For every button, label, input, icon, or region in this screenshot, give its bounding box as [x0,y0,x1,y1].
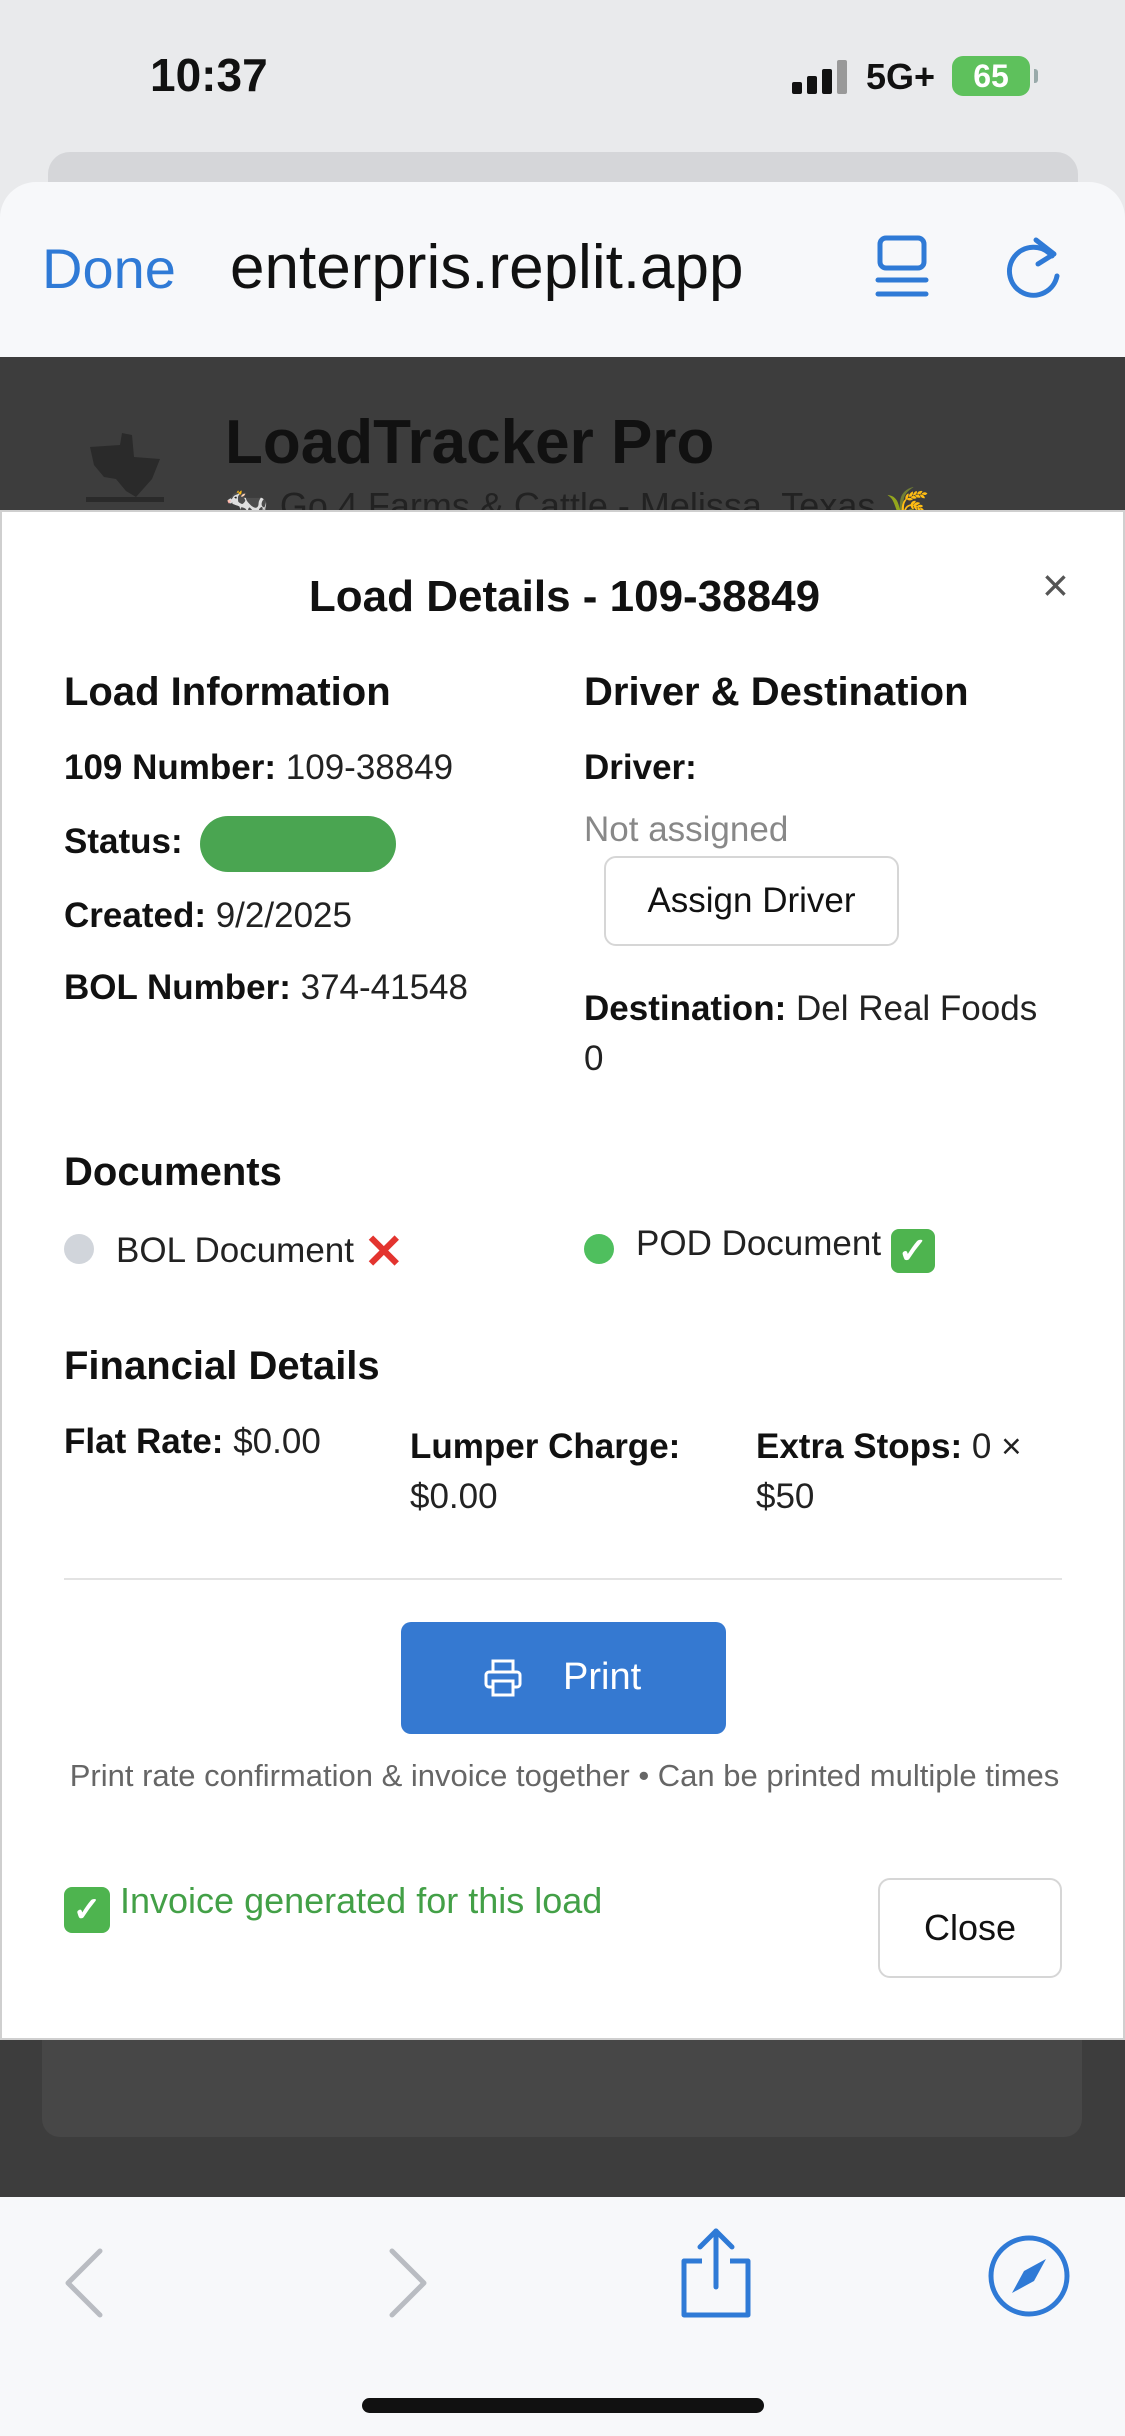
bol-status-dot [64,1234,94,1264]
load-information-heading: Load Information [64,670,391,714]
print-button-label: Print [563,1656,642,1698]
created-row: Created: 9/2/2025 [64,896,352,936]
battery-level: 65 [973,58,1009,94]
status-bar: 10:37 5G+ 65 [0,0,1125,150]
driver-value: Not assigned [584,810,789,849]
driver-destination-heading: Driver & Destination [584,670,969,714]
print-note: Print rate confirmation & invoice togeth… [69,1758,1060,1793]
lumper-charge-value: $0.00 [410,1477,498,1516]
pod-status-dot [584,1234,614,1264]
flat-rate-label: Flat Rate: [64,1422,224,1461]
share-icon[interactable] [678,2227,754,2319]
divider [64,1578,1062,1580]
created-value: 9/2/2025 [215,896,352,935]
status-label: Status: [64,822,183,861]
invoice-message: Invoice generated for this load [120,1880,603,1921]
extra-stops-label: Extra Stops: [756,1427,963,1466]
flat-rate-row: Flat Rate: $0.00 [64,1422,321,1462]
background-card [42,2037,1082,2137]
bol-document-label: BOL Document [116,1231,354,1270]
destination-extra: 0 [584,1039,604,1078]
cellular-signal-icon [792,60,848,94]
bol-document-item[interactable]: BOL Document ✕ [116,1224,404,1280]
compass-icon[interactable] [986,2233,1072,2319]
print-button[interactable]: Print [401,1622,726,1734]
bol-number-row: BOL Number: 374-41548 [64,968,468,1008]
clock: 10:37 [150,49,268,101]
missing-icon: ✕ [363,1226,404,1279]
url-display[interactable]: enterpris.replit.app [230,232,744,303]
reload-icon[interactable] [1002,234,1064,300]
forward-arrow-icon[interactable] [386,2247,430,2319]
app-title: LoadTracker Pro [225,408,715,477]
check-icon: ✓ [890,1229,935,1273]
extra-stops-row: Extra Stops: 0 × $50 [756,1422,1022,1522]
modal-title: Load Details - 109-38849 [308,572,821,621]
close-icon[interactable]: × [1042,558,1069,612]
financial-details-heading: Financial Details [64,1344,380,1388]
lumper-charge-row: Lumper Charge: $0.00 [410,1422,680,1522]
browser-header: Done enterpris.replit.app [0,182,1125,357]
reader-mode-icon[interactable] [872,232,932,302]
load-number-value: 109-38849 [285,748,454,787]
assign-driver-button[interactable]: Assign Driver [604,856,899,946]
extra-stops-rate: $50 [756,1477,815,1516]
network-type: 5G+ [866,56,936,97]
created-label: Created: [64,896,206,935]
pod-document-item[interactable]: POD Document ✓ [636,1224,935,1273]
documents-heading: Documents [64,1150,282,1194]
pod-document-label: POD Document [636,1224,882,1263]
status-row: Status: [64,822,183,862]
flat-rate-value: $0.00 [233,1422,321,1461]
destination-value: Del Real Foods [795,989,1038,1028]
bol-number-label: BOL Number: [64,968,291,1007]
extra-stops-count: 0 × [971,1427,1022,1466]
load-number-row: 109 Number: 109-38849 [64,748,453,788]
destination-label: Destination: [584,989,787,1028]
status-badge [200,816,396,872]
close-button[interactable]: Close [878,1878,1062,1978]
load-details-modal: Load Details - 109-38849 × Load Informat… [0,510,1125,2040]
driver-label: Driver: [584,748,697,787]
invoice-status: ✓ Invoice generated for this load [64,1880,602,1933]
bol-number-value: 374-41548 [300,968,468,1007]
lumper-charge-label: Lumper Charge: [410,1427,681,1466]
back-arrow-icon[interactable] [62,2247,106,2319]
destination-row: Destination: Del Real Foods 0 [584,984,1074,1084]
battery-icon: 65 [952,56,1038,96]
home-indicator [362,2398,764,2413]
driver-row: Driver: [584,748,697,788]
printer-icon [484,1659,522,1697]
load-number-label: 109 Number: [64,748,277,787]
check-icon: ✓ [64,1887,110,1933]
farm-logo-icon [86,433,164,502]
done-button[interactable]: Done [42,236,176,301]
